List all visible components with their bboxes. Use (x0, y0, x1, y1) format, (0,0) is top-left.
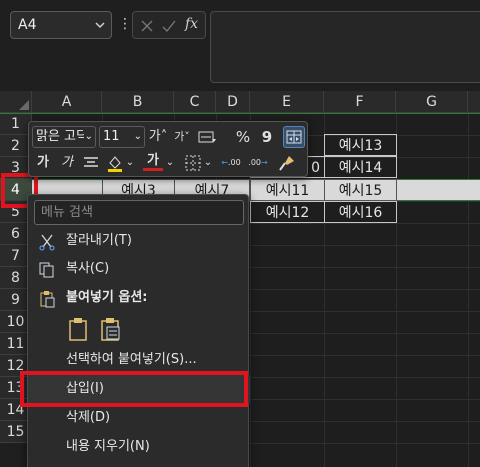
format-painter-icon[interactable] (277, 153, 297, 173)
chevron-down-icon (95, 22, 105, 29)
copy-icon (39, 262, 54, 278)
column-header-g[interactable]: G (396, 91, 468, 113)
cancel-icon[interactable] (139, 18, 155, 34)
cell-f2[interactable]: 예시13 (324, 134, 397, 156)
borders-icon[interactable] (183, 153, 203, 173)
mini-toolbar: 맑은 고딕 ⌄ 11 ⌄ 가˄ 가˅ % 9 가 가 ⌄ 가 ⌄ ⌄ ←.00 .0… (28, 121, 308, 177)
fill-color-icon[interactable] (105, 153, 125, 173)
cell-f4[interactable]: 예시15 (324, 179, 397, 201)
menu-item-delete[interactable]: 삭제(D) (28, 404, 250, 432)
more-options-icon[interactable]: ⋮ (118, 14, 132, 34)
menu-item-cut[interactable]: 잘라내기(T) (28, 227, 250, 255)
paste-values-icon[interactable] (98, 316, 124, 342)
insert-highlight (20, 371, 248, 407)
format-painter-table-icon[interactable] (283, 126, 305, 148)
increase-decimal-icon[interactable]: ←.00 (220, 153, 242, 173)
menu-item-label: 복사(C) (66, 261, 110, 276)
enter-check-icon[interactable] (161, 18, 177, 34)
paste-icon (40, 291, 55, 308)
font-size-select[interactable]: 11 ⌄ (99, 126, 145, 148)
name-box[interactable]: A4 (10, 11, 112, 39)
formula-input[interactable] (210, 11, 480, 83)
bold-button[interactable]: 가 (33, 153, 53, 173)
number-format-icon[interactable] (197, 127, 217, 147)
select-all-triangle-icon (19, 100, 29, 110)
column-header-d[interactable]: D (216, 91, 250, 113)
column-header-b[interactable]: B (102, 91, 174, 113)
chevron-down-icon[interactable]: ⌄ (125, 153, 135, 173)
context-menu: 메뉴 검색 잘라내기(T) 복사(C) 붙여넣기 옵션: 선택하여 붙여넣기(S… (27, 194, 250, 467)
chevron-down-icon[interactable]: ⌄ (165, 153, 175, 173)
chevron-down-icon[interactable]: ⌄ (203, 153, 213, 173)
decrease-decimal-icon[interactable]: .00→ (247, 153, 269, 173)
scissors-icon (39, 234, 55, 251)
cell-e4[interactable]: 예시11 (250, 179, 325, 201)
shrink-font-icon[interactable]: 가˅ (172, 127, 192, 147)
cell-e5[interactable]: 예시12 (250, 201, 325, 223)
menu-item-label: 붙여넣기 옵션: (66, 290, 148, 305)
menu-item-label: 삭제(D) (66, 410, 111, 425)
column-header-h[interactable] (468, 91, 480, 113)
chevron-down-icon: ⌄ (133, 131, 142, 142)
italic-button[interactable]: 가 (57, 153, 77, 173)
name-box-value: A4 (18, 17, 37, 33)
menu-item-label: 내용 지우기(N) (66, 439, 150, 454)
comma-style-icon[interactable]: 9 (257, 127, 277, 147)
menu-item-label: 잘라내기(T) (66, 233, 132, 248)
grow-font-icon[interactable]: 가˄ (148, 127, 168, 147)
menu-item-clear-contents[interactable]: 내용 지우기(N) (28, 433, 250, 461)
column-header-a[interactable]: A (32, 91, 102, 113)
select-all-corner[interactable] (0, 91, 32, 113)
menu-search-input[interactable]: 메뉴 검색 (34, 200, 244, 225)
formula-controls: fx (132, 11, 206, 39)
align-center-icon[interactable] (81, 153, 101, 173)
menu-item-paste-options: 붙여넣기 옵션: (28, 284, 250, 312)
font-color-icon[interactable]: 가 (143, 151, 163, 171)
menu-item-paste-special[interactable]: 선택하여 붙여넣기(S)... (28, 346, 250, 374)
cell-f3[interactable]: 예시14 (324, 156, 397, 178)
percent-style-icon[interactable]: % (233, 127, 253, 147)
column-header-c[interactable]: C (174, 91, 216, 113)
insert-function-icon[interactable]: fx (185, 16, 201, 32)
font-name-select[interactable]: 맑은 고딕 ⌄ (32, 126, 96, 148)
column-header-e[interactable]: E (250, 91, 324, 113)
column-header-f[interactable]: F (324, 91, 396, 113)
menu-item-label: 선택하여 붙여넣기(S)... (66, 352, 197, 367)
font-size-value: 11 (103, 129, 120, 144)
selection-top-border (0, 113, 480, 114)
cell-f5[interactable]: 예시16 (324, 201, 397, 223)
formula-bar-area: A4 ⋮ fx (0, 0, 480, 90)
font-name-value: 맑은 고딕 (36, 129, 84, 144)
paste-icon[interactable] (66, 316, 92, 342)
menu-item-copy[interactable]: 복사(C) (28, 255, 250, 283)
chevron-down-icon: ⌄ (84, 131, 93, 142)
